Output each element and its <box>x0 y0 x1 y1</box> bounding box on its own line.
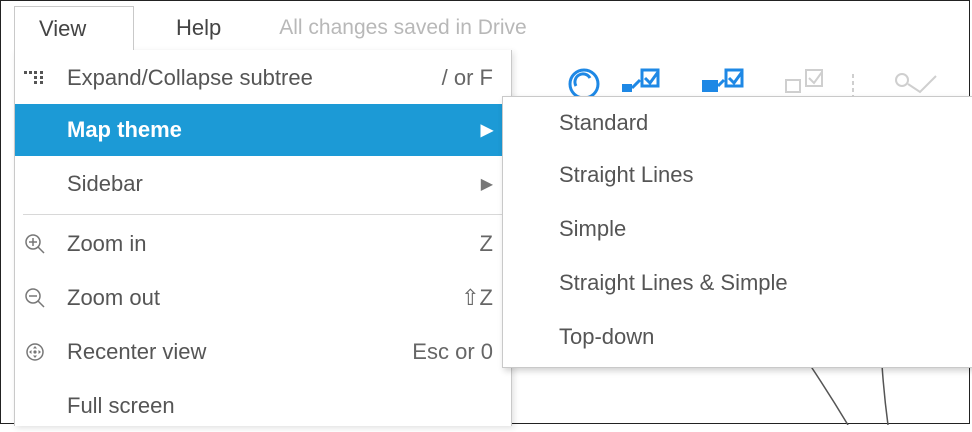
menu-item-full-screen[interactable]: Full screen <box>15 380 511 432</box>
menu-divider <box>23 214 503 215</box>
menu-item-zoom-in[interactable]: Zoom in Z <box>15 218 511 270</box>
menu-item-recenter-view[interactable]: Recenter view Esc or 0 <box>15 326 511 378</box>
view-dropdown-menu: Expand/Collapse subtree / or F Map theme… <box>14 50 512 426</box>
submenu-arrow-icon: ▶ <box>480 176 493 193</box>
save-status: All changes saved in Drive <box>279 16 527 39</box>
menu-item-label: Zoom in <box>67 231 147 256</box>
theme-option-straight-lines-simple[interactable]: Straight Lines & Simple <box>559 263 788 303</box>
help-menu-button[interactable]: Help <box>134 6 221 50</box>
expand-collapse-icon <box>23 66 47 90</box>
menu-item-label: Expand/Collapse subtree <box>67 65 313 90</box>
submenu-arrow-icon: ▶ <box>480 122 493 139</box>
zoom-out-icon <box>23 286 47 310</box>
recenter-icon <box>23 340 47 364</box>
menu-item-shortcut: ⇧Z <box>461 285 493 310</box>
theme-option-top-down[interactable]: Top-down <box>559 317 654 357</box>
zoom-in-icon <box>23 232 47 256</box>
menu-item-shortcut: Z <box>479 231 493 256</box>
disabled-node-icon <box>785 69 823 93</box>
menu-item-label: Recenter view <box>67 339 207 364</box>
map-theme-submenu: Standard Straight Lines Simple Straight … <box>502 96 972 368</box>
toolbar-separator-icon <box>852 74 854 96</box>
menu-item-label: Full screen <box>67 393 175 418</box>
menu-item-label: Sidebar <box>67 171 143 196</box>
cloud-toggle-icon[interactable] <box>566 66 606 100</box>
menu-item-expand-collapse[interactable]: Expand/Collapse subtree / or F <box>15 52 511 104</box>
menu-item-shortcut: / or F <box>441 65 493 90</box>
add-sibling-checked-icon[interactable] <box>700 66 748 100</box>
add-checked-node-icon[interactable] <box>620 66 664 100</box>
theme-option-standard[interactable]: Standard <box>559 103 648 143</box>
menu-bar: View Help All changes saved in Drive <box>14 6 972 50</box>
menu-item-zoom-out[interactable]: Zoom out ⇧Z <box>15 272 511 324</box>
theme-option-straight-lines[interactable]: Straight Lines <box>559 155 694 195</box>
menu-item-label: Map theme <box>67 117 182 142</box>
mindmap-connector-lines <box>809 365 889 425</box>
view-menu-button[interactable]: View <box>14 6 134 50</box>
menu-item-sidebar[interactable]: Sidebar ▶ <box>15 158 511 210</box>
menu-item-shortcut: Esc or 0 <box>412 339 493 364</box>
disabled-link-icon <box>895 73 937 94</box>
menu-item-label: Zoom out <box>67 285 160 310</box>
theme-option-simple[interactable]: Simple <box>559 209 626 249</box>
menu-item-map-theme[interactable]: Map theme ▶ <box>15 104 511 156</box>
